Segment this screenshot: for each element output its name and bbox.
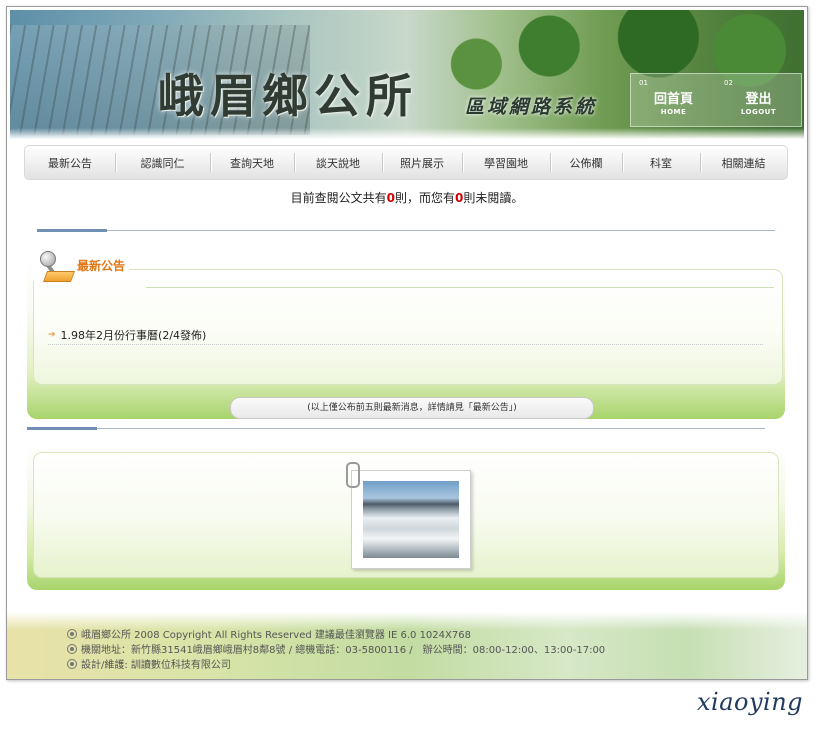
notice-count-total: 0	[386, 191, 395, 205]
notice-prefix: 目前查閱公文共有	[290, 191, 387, 205]
footer: 峨眉鄉公所 2008 Copyright All Rights Reserved…	[7, 612, 807, 679]
logout-label: 登出	[745, 92, 772, 107]
bullet-icon	[67, 659, 77, 669]
banner-edge	[10, 128, 804, 142]
footer-text: 峨眉鄉公所 2008 Copyright All Rights Reserved…	[67, 628, 605, 673]
nav-item-photos[interactable]: 照片展示	[382, 146, 462, 179]
paperclip-icon	[346, 462, 360, 488]
footer-line: 設計/維護: 訓讀數位科技有限公司	[67, 658, 605, 673]
footer-copyright: 峨眉鄉公所 2008 Copyright All Rights Reserved…	[81, 630, 471, 641]
header-banner: 峨眉鄉公所 區域網路系統 01 回首頁 HOME 02 登出 LOGOUT	[10, 10, 804, 142]
bullet-icon	[67, 629, 77, 639]
microphone-icon	[37, 249, 76, 282]
home-label: 回首頁	[653, 92, 693, 107]
list-item[interactable]: ➔ 1.98年2月份行事曆(2/4發佈)	[48, 327, 206, 343]
home-label-en: HOME	[660, 108, 687, 116]
nav-item-links[interactable]: 相關連結	[700, 146, 787, 179]
footer-address: 機關地址：新竹縣31541峨眉鄉峨眉村8鄰8號 / 總機電話：03-580011…	[81, 645, 606, 656]
news-item-text[interactable]: 1.98年2月份行事曆(2/4發佈)	[61, 327, 207, 343]
main-nav: 最新公告 認識同仁 查詢天地 談天說地 照片展示 學習園地 公佈欄 科室 相關連…	[24, 145, 788, 180]
notice-suffix: 則未閱讀。	[463, 191, 524, 205]
divider	[27, 427, 765, 430]
arrow-icon: ➔	[48, 330, 56, 340]
nav-item-bulletin[interactable]: 公佈欄	[550, 146, 622, 179]
news-title: 最新公告	[77, 258, 126, 273]
document-notice: 目前查閱公文共有0則，而您有0則未閱讀。	[7, 189, 807, 206]
nav-item-colleagues[interactable]: 認識同仁	[115, 146, 210, 179]
news-header: 最新公告	[33, 249, 130, 282]
page-frame: 峨眉鄉公所 區域網路系統 01 回首頁 HOME 02 登出 LOGOUT 最新…	[6, 6, 808, 680]
nav-item-learning[interactable]: 學習園地	[462, 146, 550, 179]
nav-item-departments[interactable]: 科室	[622, 146, 700, 179]
mountain-photo	[363, 481, 459, 558]
nav-item-chat[interactable]: 談天說地	[294, 146, 382, 179]
signature: xiaoying	[697, 688, 804, 716]
top-buttons: 01 回首頁 HOME 02 登出 LOGOUT	[630, 73, 802, 127]
footer-designer: 設計/維護: 訓讀數位科技有限公司	[81, 660, 231, 671]
site-subtitle: 區域網路系統	[465, 96, 598, 118]
home-button[interactable]: 01 回首頁 HOME	[631, 76, 716, 124]
dotted-divider	[48, 344, 763, 345]
bullet-icon	[67, 644, 77, 654]
site-title: 峨眉鄉公所	[158, 69, 418, 123]
photo-inner	[33, 452, 779, 578]
news-header-line	[146, 287, 774, 288]
nav-item-latest-news[interactable]: 最新公告	[25, 146, 115, 179]
logout-button[interactable]: 02 登出 LOGOUT	[716, 76, 801, 124]
more-news-button[interactable]: (以上僅公布前五則最新消息，詳情請見「最新公告」)	[230, 397, 594, 419]
photo-panel	[27, 444, 785, 590]
notice-middle: 則，而您有	[394, 191, 455, 205]
home-dot: 01	[639, 79, 648, 87]
photo-frame[interactable]	[346, 462, 471, 569]
logout-dot: 02	[724, 79, 733, 87]
logout-label-en: LOGOUT	[740, 108, 777, 116]
divider	[37, 229, 775, 232]
footer-line: 機關地址：新竹縣31541峨眉鄉峨眉村8鄰8號 / 總機電話：03-580011…	[67, 643, 605, 658]
news-panel: ➔ 1.98年2月份行事曆(2/4發佈) 最新公告 (以上僅公布前五則最新消息，…	[27, 249, 785, 419]
footer-line: 峨眉鄉公所 2008 Copyright All Rights Reserved…	[67, 628, 605, 643]
news-inner: ➔ 1.98年2月份行事曆(2/4發佈)	[33, 269, 783, 385]
nav-item-query[interactable]: 查詢天地	[210, 146, 294, 179]
